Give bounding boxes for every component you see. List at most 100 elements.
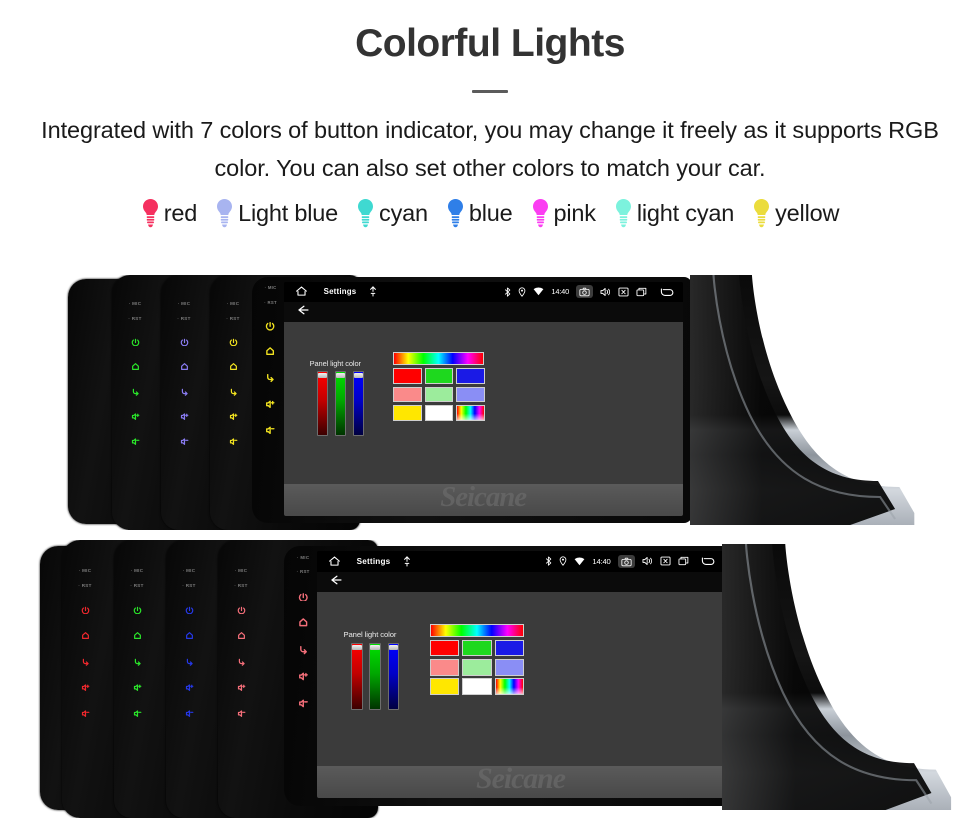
key-volume-up-icon[interactable]	[298, 671, 309, 682]
key-back-icon[interactable]	[131, 387, 140, 396]
microphone-icon[interactable]	[369, 286, 377, 297]
power-icon[interactable]	[298, 591, 309, 602]
statusbar-screenshot-button[interactable]	[576, 285, 594, 299]
key-power-icon[interactable]	[133, 605, 142, 614]
statusbar-mic-button[interactable]	[369, 286, 377, 297]
back-icon[interactable]	[81, 657, 90, 666]
statusbar-volume-button[interactable]	[642, 556, 653, 566]
volume-up-icon[interactable]	[180, 412, 189, 421]
statusbar-home-button[interactable]	[295, 285, 308, 298]
statusbar-back-button[interactable]	[700, 556, 715, 566]
home-icon[interactable]	[328, 555, 341, 568]
home-icon[interactable]	[81, 631, 90, 640]
key-volume-down-icon[interactable]	[229, 437, 238, 446]
back-icon[interactable]	[133, 657, 142, 666]
swatch-blue[interactable]	[456, 368, 485, 384]
statusbar-close-button[interactable]	[618, 287, 629, 297]
swatch-periwinkle[interactable]	[456, 386, 485, 403]
key-power-icon[interactable]	[298, 591, 309, 602]
speaker-icon[interactable]	[642, 556, 653, 566]
swatch-rainbow[interactable]	[494, 678, 525, 695]
speaker-icon[interactable]	[600, 287, 611, 297]
back-icon[interactable]	[180, 387, 189, 396]
slider-knob[interactable]	[352, 644, 362, 650]
recents-icon[interactable]	[678, 556, 689, 566]
key-volume-down-icon[interactable]	[298, 698, 309, 709]
home-icon[interactable]	[229, 362, 238, 371]
key-power-icon[interactable]	[185, 605, 194, 614]
hue-spectrum-swatch[interactable]	[429, 623, 524, 638]
key-home-icon[interactable]	[237, 631, 246, 640]
statusbar-home-button[interactable]	[328, 555, 341, 568]
key-volume-up-icon[interactable]	[81, 683, 90, 692]
camera-icon[interactable]	[579, 287, 590, 297]
swatch-lightgreen[interactable]	[462, 659, 492, 676]
back-icon[interactable]	[185, 657, 194, 666]
swatch-rainbow[interactable]	[456, 405, 485, 422]
close-box-icon[interactable]	[660, 556, 671, 566]
key-back-icon[interactable]	[265, 372, 275, 383]
slider-knob[interactable]	[335, 372, 346, 378]
swatch-periwinkle[interactable]	[494, 659, 525, 676]
recents-icon[interactable]	[636, 287, 647, 297]
key-home-icon[interactable]	[131, 362, 140, 371]
swatch-lightgreen[interactable]	[424, 386, 454, 403]
swatch-yellow[interactable]	[393, 405, 422, 422]
swatch-white[interactable]	[462, 678, 492, 695]
back-icon[interactable]	[265, 372, 275, 383]
red-slider[interactable]	[351, 642, 363, 711]
back-icon[interactable]	[298, 644, 309, 655]
swatch-red[interactable]	[429, 640, 460, 657]
key-volume-up-icon[interactable]	[265, 399, 276, 409]
swatch-yellow[interactable]	[429, 678, 460, 695]
key-volume-down-icon[interactable]	[185, 709, 194, 718]
key-home-icon[interactable]	[265, 346, 275, 356]
home-icon[interactable]	[131, 362, 140, 371]
volume-down-icon[interactable]	[265, 425, 276, 435]
slider-knob[interactable]	[318, 372, 328, 378]
key-volume-down-icon[interactable]	[237, 709, 246, 718]
key-volume-up-icon[interactable]	[237, 683, 246, 692]
front-head-unit[interactable]: · MIC · RST Settings 14:40 Panel light c…	[284, 546, 734, 806]
statusbar-screenshot-button[interactable]	[617, 554, 635, 568]
key-power-icon[interactable]	[81, 605, 90, 614]
volume-up-icon[interactable]	[131, 412, 140, 421]
key-volume-up-icon[interactable]	[131, 412, 140, 421]
volume-up-icon[interactable]	[237, 683, 246, 692]
power-icon[interactable]	[133, 605, 142, 614]
key-home-icon[interactable]	[81, 631, 90, 640]
touch-screen[interactable]: Settings 14:40 Panel light color Seicane	[283, 281, 683, 516]
hue-spectrum-swatch[interactable]	[393, 352, 485, 366]
home-icon[interactable]	[265, 346, 275, 356]
volume-down-icon[interactable]	[81, 709, 90, 718]
key-volume-up-icon[interactable]	[229, 412, 238, 421]
key-power-icon[interactable]	[229, 337, 238, 346]
back-button[interactable]	[296, 303, 310, 321]
power-icon[interactable]	[131, 337, 140, 346]
volume-up-icon[interactable]	[81, 683, 90, 692]
key-volume-down-icon[interactable]	[131, 437, 140, 446]
volume-down-icon[interactable]	[133, 709, 142, 718]
camera-icon[interactable]	[621, 557, 632, 567]
key-volume-down-icon[interactable]	[81, 709, 90, 718]
volume-down-icon[interactable]	[180, 437, 189, 446]
key-power-icon[interactable]	[237, 605, 246, 614]
back-icon[interactable]	[237, 657, 246, 666]
swatch-salmon[interactable]	[393, 386, 422, 403]
green-slider[interactable]	[334, 370, 347, 437]
touch-screen[interactable]: Settings 14:40 Panel light color Seicane	[316, 550, 725, 799]
key-home-icon[interactable]	[185, 631, 194, 640]
statusbar-back-button[interactable]	[659, 287, 674, 297]
back-arrow-icon[interactable]	[659, 287, 674, 297]
statusbar-recents-button[interactable]	[678, 556, 689, 566]
microphone-icon[interactable]	[403, 555, 411, 567]
blue-slider[interactable]	[387, 642, 400, 711]
power-icon[interactable]	[265, 320, 275, 331]
key-volume-up-icon[interactable]	[133, 683, 142, 692]
slider-knob[interactable]	[353, 372, 363, 378]
volume-down-icon[interactable]	[298, 698, 309, 709]
back-arrow-icon[interactable]	[296, 304, 310, 316]
volume-down-icon[interactable]	[131, 437, 140, 446]
volume-up-icon[interactable]	[265, 399, 276, 409]
statusbar-volume-button[interactable]	[600, 287, 611, 297]
